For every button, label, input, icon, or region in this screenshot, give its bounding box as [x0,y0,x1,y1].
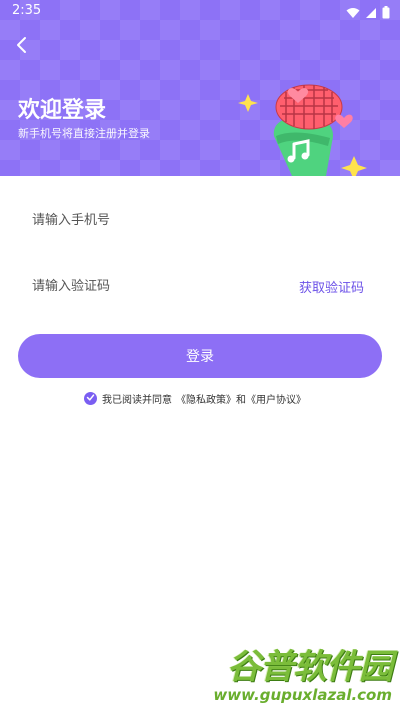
wifi-icon [346,4,360,23]
agreement-row: 我已阅读并同意 《隐私政策》 和 《用户协议》 [84,391,306,406]
watermark: 谷普软件园 www.gupuxlazal.com [210,647,393,708]
check-icon [86,393,95,405]
watermark-name: 谷普软件园 [227,647,393,687]
microphone-mascot-icon [232,78,382,176]
agreement-and: 和 [236,395,246,406]
page-title: 欢迎登录 [18,98,107,123]
status-time: 2:35 [12,3,42,18]
user-agreement-link[interactable]: 《用户协议》 [246,391,306,406]
phone-field [18,198,382,242]
code-field: 获取验证码 [18,264,382,308]
agreement-checkbox[interactable] [84,392,97,405]
get-code-button[interactable]: 获取验证码 [299,277,364,296]
agreement-prefix: 我已阅读并同意 [102,395,172,406]
watermark-url: www.gupuxlazal.com [213,686,392,704]
signal-icon [365,4,377,23]
header: 2:35 欢迎登录 新手机号将直接注册并登录 [0,0,400,176]
privacy-policy-link[interactable]: 《隐私政策》 [176,391,236,406]
chevron-left-icon [15,36,27,58]
status-bar: 2:35 [0,0,400,24]
login-button[interactable]: 登录 [18,334,382,378]
phone-input[interactable] [18,211,382,229]
battery-icon [382,4,390,23]
back-button[interactable] [8,34,34,60]
page-subtitle: 新手机号将直接注册并登录 [18,127,150,140]
status-icons [346,4,390,23]
verification-code-input[interactable] [18,277,299,295]
